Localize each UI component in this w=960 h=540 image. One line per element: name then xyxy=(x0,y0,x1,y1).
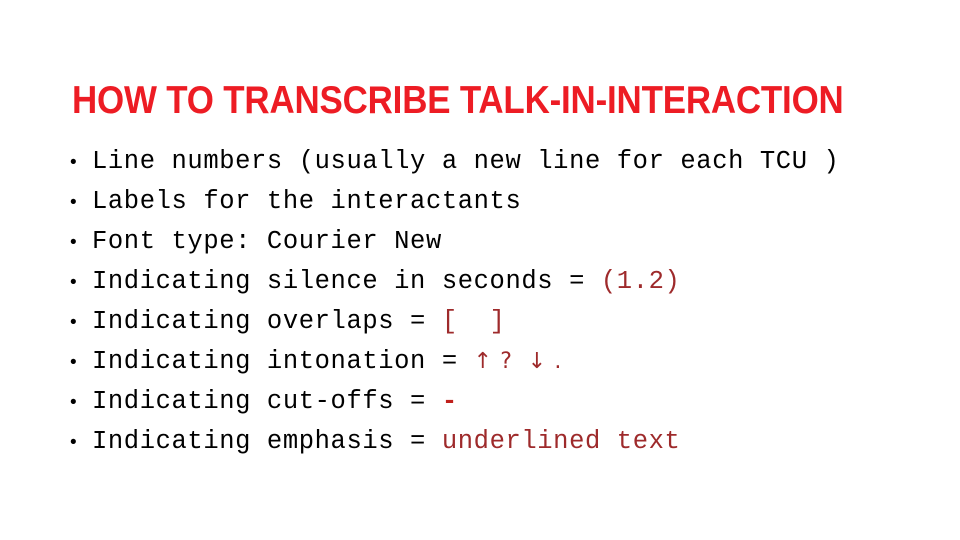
text-segment-plain: Indicating cut-offs = xyxy=(92,387,442,416)
list-item-text: Font type: Courier New xyxy=(92,222,442,262)
bullet-point-icon: • xyxy=(70,392,77,413)
bullet-point-icon: • xyxy=(70,232,77,253)
list-item-text: Indicating silence in seconds = (1.2) xyxy=(92,262,680,302)
list-item-text: Indicating cut-offs = - xyxy=(92,382,458,422)
list-item: • Font type: Courier New xyxy=(70,222,930,262)
bullet-point-icon: • xyxy=(70,152,77,173)
text-segment-red: [ ] xyxy=(441,307,506,336)
text-segment-plain: Indicating emphasis = xyxy=(92,427,442,456)
bullet-point-icon: • xyxy=(70,272,77,293)
list-item: • Labels for the interactants xyxy=(70,182,930,222)
text-segment-red: underlined text xyxy=(441,427,681,456)
page-title: HOW TO TRANSCRIBE TALK-IN-INTERACTION xyxy=(72,79,844,123)
text-segment-plain: Line numbers (usually a new line for eac… xyxy=(92,147,840,176)
text-segment-plain: Indicating overlaps = xyxy=(92,307,442,336)
text-segment-arrow: ↑ ? ↓ . xyxy=(473,349,562,374)
list-item-text: Indicating overlaps = [ ] xyxy=(92,302,505,342)
list-item-text: Labels for the interactants xyxy=(92,182,521,222)
text-segment-plain: Indicating intonation = xyxy=(92,347,474,376)
list-item-text: Line numbers (usually a new line for eac… xyxy=(92,142,839,182)
list-item: • Indicating cut-offs = - xyxy=(70,382,930,422)
list-item: • Line numbers (usually a new line for ea… xyxy=(70,142,930,182)
list-item: • Indicating silence in seconds = (1.2) xyxy=(70,262,930,302)
bullet-point-icon: • xyxy=(70,352,77,373)
list-item-text: Indicating intonation = ↑ ? ↓ . xyxy=(92,342,562,382)
list-item: • Indicating intonation = ↑ ? ↓ . xyxy=(70,342,930,382)
text-segment-red: (1.2) xyxy=(600,267,681,296)
list-item: • Indicating overlaps = [ ] xyxy=(70,302,930,342)
bullet-point-icon: • xyxy=(70,432,77,453)
bullet-list: • Line numbers (usually a new line for ea… xyxy=(70,142,930,462)
text-segment-plain: Font type: Courier New xyxy=(92,227,442,256)
bullet-point-icon: • xyxy=(70,192,77,213)
text-segment-plain: Indicating silence in seconds = xyxy=(92,267,601,296)
bullet-point-icon: • xyxy=(70,312,77,333)
slide-canvas: HOW TO TRANSCRIBE TALK-IN-INTERACTION • L… xyxy=(0,0,960,540)
list-item-text: Indicating emphasis = underlined text xyxy=(92,422,680,462)
text-segment-plain: Labels for the interactants xyxy=(92,187,522,216)
list-item: • Indicating emphasis = underlined text xyxy=(70,422,930,462)
text-segment-dash: - xyxy=(441,387,458,416)
